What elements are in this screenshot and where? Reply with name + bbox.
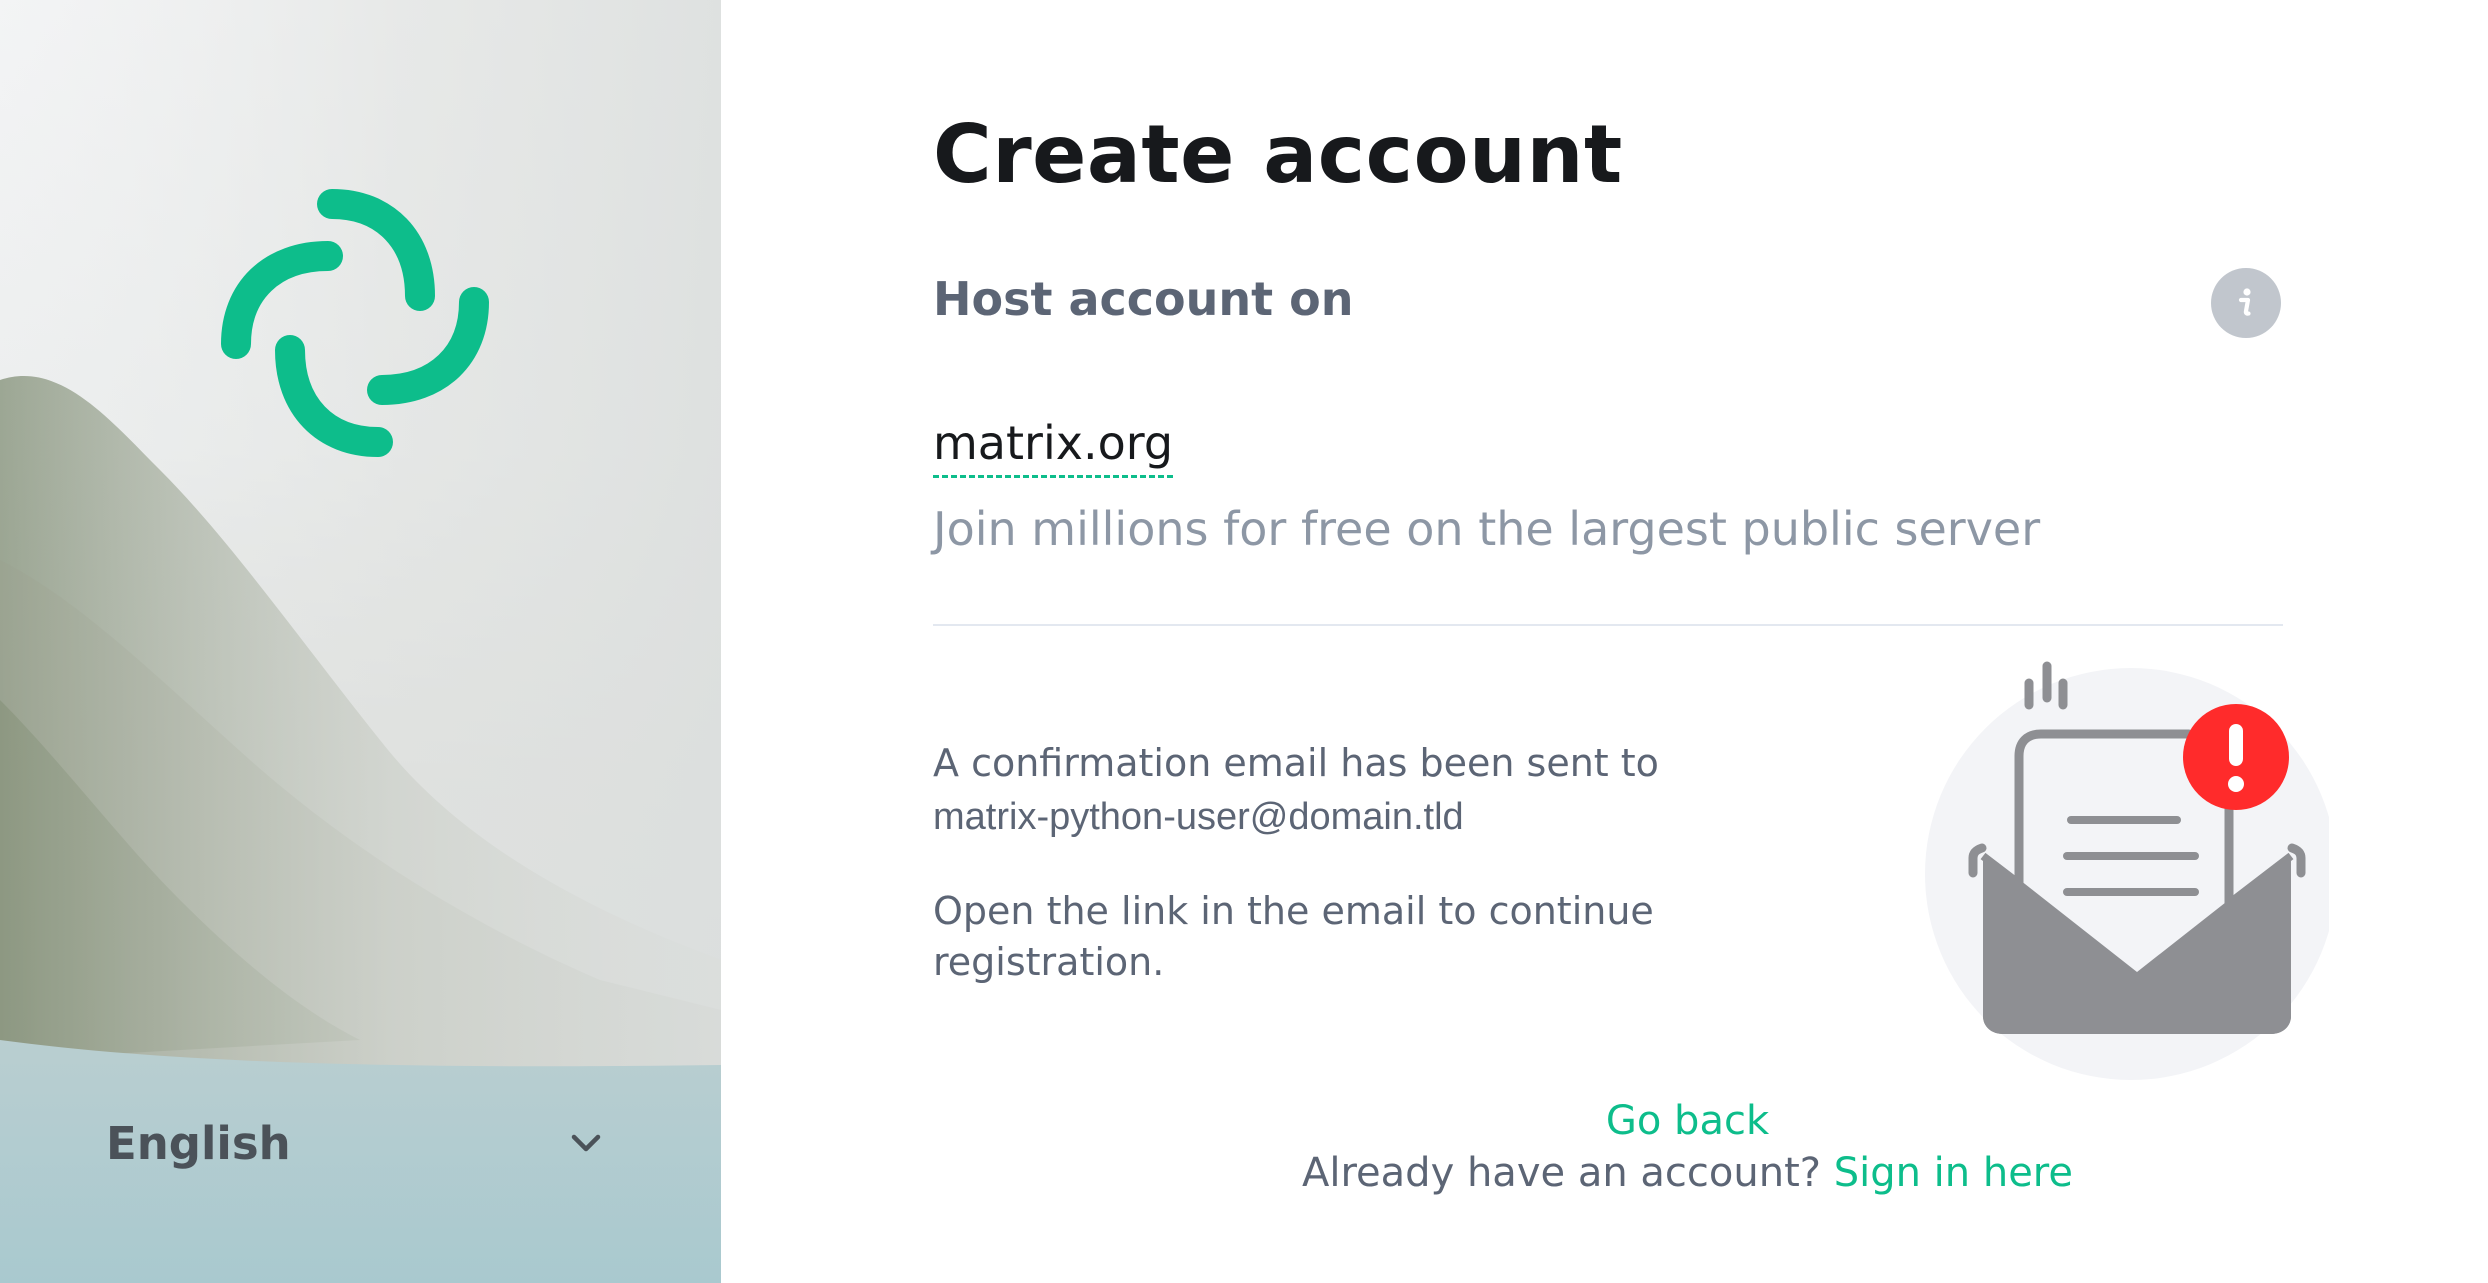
sign-in-prompt: Already have an account? Sign in here [721, 1150, 2488, 1196]
sign-in-link[interactable]: Sign in here [1834, 1150, 2073, 1196]
brand-sidebar: English [0, 0, 721, 1283]
registration-form-panel: Create account Host account on matrix.or… [721, 0, 2488, 1283]
host-account-label: Host account on [933, 272, 1354, 326]
element-logo-icon [221, 189, 489, 457]
language-selector[interactable]: English [106, 1108, 606, 1178]
go-back-row: Go back [721, 1098, 2488, 1144]
go-back-link[interactable]: Go back [1606, 1098, 1769, 1144]
section-divider [933, 624, 2283, 626]
already-have-account-text: Already have an account? [1302, 1150, 1834, 1196]
confirmation-email-address: matrix-python-user@domain.tld [933, 796, 1464, 838]
info-button[interactable] [2211, 268, 2281, 338]
language-label: English [106, 1116, 291, 1170]
confirmation-instruction: Open the link in the email to continue r… [933, 889, 1654, 984]
open-envelope-alert-icon [1925, 661, 2329, 1080]
chevron-down-icon [571, 1134, 601, 1152]
info-icon [2238, 288, 2251, 316]
confirmation-message: A confirmation email has been sent to [933, 741, 1659, 785]
page-title: Create account [933, 108, 1623, 201]
server-description: Join millions for free on the largest pu… [933, 502, 2041, 556]
registration-page: English Create account Host account on m… [0, 0, 2488, 1283]
server-name-link[interactable]: matrix.org [933, 414, 1174, 478]
